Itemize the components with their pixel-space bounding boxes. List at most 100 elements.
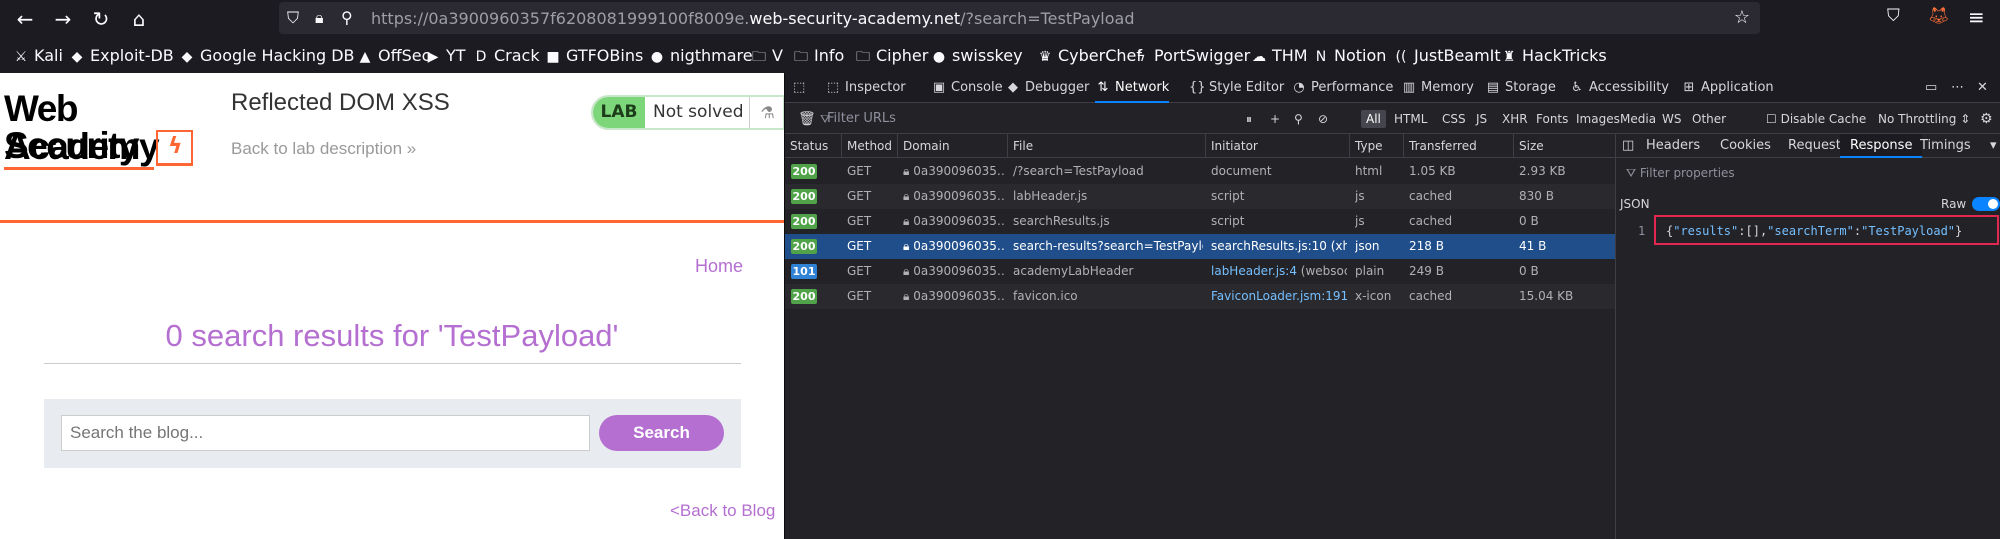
bookmark-notion[interactable]: N Notion xyxy=(1312,45,1387,68)
tab-network[interactable]: ⇅ Network xyxy=(1095,73,1170,103)
bookmark-cyberchef[interactable]: ♛ CyberChef xyxy=(1036,45,1142,68)
tab-storage[interactable]: ▤ Storage xyxy=(1485,73,1556,103)
table-row[interactable]: 200 GET 🔒︎ 0a390096035… favicon.ico FaviconL… xyxy=(785,284,1615,309)
raw-toggle[interactable] xyxy=(1972,197,2000,211)
type-filter-all[interactable]: All xyxy=(1361,110,1386,128)
bookmark-kali[interactable]: ⚔ Kali xyxy=(12,45,63,68)
folder-icon: 🗀︎ xyxy=(794,49,808,65)
add-icon[interactable]: + xyxy=(1265,110,1285,128)
lock-icon[interactable]: 🔒︎ xyxy=(315,8,324,28)
disable-cache-checkbox[interactable]: ☐ Disable Cache xyxy=(1761,110,1871,128)
tab-memory[interactable]: ▥ Memory xyxy=(1401,73,1474,103)
network-icon: ⇅ xyxy=(1097,80,1109,95)
bookmark-swisskey[interactable]: ● swisskey xyxy=(930,45,1023,68)
reload-icon[interactable]: ↻ xyxy=(88,6,114,32)
type-filter-xhr[interactable]: XHR xyxy=(1497,110,1533,128)
back-to-description-link[interactable]: Back to lab description » xyxy=(231,139,416,159)
pocket-icon[interactable]: ⛉ xyxy=(1887,6,1900,26)
details-tab-response[interactable]: Response xyxy=(1840,134,1923,158)
url-text[interactable]: https://0a3900960357f6208081999100f8009e… xyxy=(371,9,1135,28)
forward-arrow-icon[interactable]: → xyxy=(50,6,76,32)
search-icon[interactable]: ⚲ xyxy=(1289,110,1308,128)
extension-icon[interactable]: 🦊︎ xyxy=(1928,6,1950,26)
table-row[interactable]: 200 GET 🔒︎ 0a390096035… /?search=TestPayloa… xyxy=(785,159,1615,184)
bookmark-yt[interactable]: ▶ YT xyxy=(424,45,466,68)
close-devtools-icon[interactable]: ✕ xyxy=(1977,73,1988,103)
block-icon[interactable]: ⊘ xyxy=(1313,110,1333,128)
bookmark-crack[interactable]: D Crack xyxy=(472,45,540,68)
column-header-file[interactable]: File xyxy=(1007,134,1205,158)
details-tab-timings[interactable]: Timings xyxy=(1920,134,1971,158)
column-header-method[interactable]: Method xyxy=(841,134,897,158)
throttling-select[interactable]: No Throttling ⇕ xyxy=(1873,110,1975,128)
tab-style-editor[interactable]: {} Style Editor xyxy=(1189,73,1284,103)
tab-debugger[interactable]: ◆ Debugger xyxy=(1005,73,1089,103)
type-filter-ws[interactable]: WS xyxy=(1657,110,1686,128)
type-filter-html[interactable]: HTML xyxy=(1389,110,1432,128)
bookmark-gtfobins[interactable]: ■ GTFOBins xyxy=(544,45,643,68)
column-header-size[interactable]: Size xyxy=(1513,134,1613,158)
pause-icon[interactable]: ⏸ xyxy=(1241,110,1257,128)
table-row[interactable]: 200 GET 🔒︎ 0a390096035… labHeader.js script j… xyxy=(785,184,1615,209)
tab-performance[interactable]: ◔ Performance xyxy=(1291,73,1393,103)
bookmark-info[interactable]: 🗀︎ Info xyxy=(792,45,844,68)
search-button[interactable]: Search xyxy=(599,415,724,451)
table-row[interactable]: 200 GET 🔒︎ 0a390096035… searchResults.js scr… xyxy=(785,209,1615,234)
filter-urls-input[interactable]: Filter URLs xyxy=(827,111,896,126)
bookmark-nigthmare[interactable]: ● nigthmare xyxy=(648,45,753,68)
column-header-transferred[interactable]: Transferred xyxy=(1403,134,1513,158)
address-bar[interactable]: ⛉ 🔒︎ ⚲ https://0a3900960357f620808199910… xyxy=(279,2,1760,34)
shield-icon[interactable]: ⛉ xyxy=(287,8,299,28)
type-filter-js[interactable]: JS xyxy=(1471,110,1492,128)
tab-label: Inspector xyxy=(845,80,906,95)
folder-icon: 🗀︎ xyxy=(752,49,766,65)
type-filter-css[interactable]: CSS xyxy=(1437,110,1471,128)
toggle-panel-icon[interactable]: ◫ xyxy=(1622,134,1634,158)
initiator-link[interactable]: labHeader.js:4 xyxy=(1211,264,1297,278)
details-tab-request[interactable]: Request xyxy=(1788,134,1841,158)
type-filter-media[interactable]: Media xyxy=(1615,110,1661,128)
back-arrow-icon[interactable]: ← xyxy=(12,6,38,32)
back-to-blog-link[interactable]: <Back to Blog xyxy=(670,501,775,521)
details-tab-headers[interactable]: Headers xyxy=(1646,134,1700,158)
column-header-initiator[interactable]: Initiator xyxy=(1205,134,1349,158)
more-options-icon[interactable]: ⋯ xyxy=(1951,73,1964,103)
web-security-academy-logo[interactable]: Web Security Academy ϟ xyxy=(4,90,209,170)
bookmark-thm[interactable]: ☁ THM xyxy=(1250,45,1308,68)
table-row[interactable]: 101 GET 🔒︎ 0a390096035… academyLabHeader lab… xyxy=(785,259,1615,284)
menu-icon[interactable]: ≡ xyxy=(1968,5,1985,29)
column-header-domain[interactable]: Domain xyxy=(897,134,1007,158)
permissions-icon[interactable]: ⚲ xyxy=(341,8,353,28)
chevron-down-icon[interactable]: ▾ xyxy=(1990,134,1997,158)
tab-inspector[interactable]: ⬚ Inspector xyxy=(825,73,906,103)
bookmark-offsec[interactable]: ▲ OffSec xyxy=(356,45,431,68)
table-row[interactable]: 200 GET 🔒︎ 0a390096035… search-results?sear… xyxy=(785,234,1615,259)
details-tab-cookies[interactable]: Cookies xyxy=(1720,134,1771,158)
search-input[interactable] xyxy=(61,415,590,451)
home-icon[interactable]: ⌂ xyxy=(126,6,152,32)
cell-status: 200 xyxy=(791,159,839,184)
bookmark-star-icon[interactable]: ☆ xyxy=(1734,7,1750,28)
bookmark-justbeamit[interactable]: ((JustBeamIt xyxy=(1392,45,1501,68)
bookmark-v[interactable]: 🗀︎ V xyxy=(750,45,783,68)
tab-console[interactable]: ▣ Console xyxy=(931,73,1003,103)
bookmark-google-hacking-db[interactable]: ◆ Google Hacking DB xyxy=(178,45,355,68)
bookmark-label: nigthmare xyxy=(670,46,753,65)
column-header-type[interactable]: Type xyxy=(1349,134,1403,158)
home-link[interactable]: Home xyxy=(695,256,743,277)
tab-accessibility[interactable]: ♿ Accessibility xyxy=(1569,73,1669,103)
bookmark-cipher[interactable]: 🗀︎ Cipher xyxy=(854,45,928,68)
settings-gear-icon[interactable]: ⚙ xyxy=(1975,110,1998,128)
dock-icon[interactable]: ▭ xyxy=(1925,73,1937,103)
bookmark-exploit-db[interactable]: ◆ Exploit-DB xyxy=(68,45,174,68)
type-filter-fonts[interactable]: Fonts xyxy=(1531,110,1573,128)
tab-application[interactable]: ⊞ Application xyxy=(1681,73,1774,103)
cell-initiator: searchResults.js:10 (xhr) xyxy=(1211,239,1347,253)
filter-properties-input[interactable]: ⛛ Filter properties xyxy=(1626,166,1735,181)
type-filter-other[interactable]: Other xyxy=(1687,110,1731,128)
bookmark-hacktricks[interactable]: ♜ HackTricks xyxy=(1500,45,1607,68)
column-header-status[interactable]: Status xyxy=(785,134,841,158)
pick-element-icon[interactable]: ⬚ xyxy=(793,73,817,103)
cell-initiator[interactable]: FaviconLoader.jsm:191 (i… xyxy=(1211,284,1347,309)
bookmark-portswigger[interactable]: ϟ PortSwigger xyxy=(1132,45,1250,68)
